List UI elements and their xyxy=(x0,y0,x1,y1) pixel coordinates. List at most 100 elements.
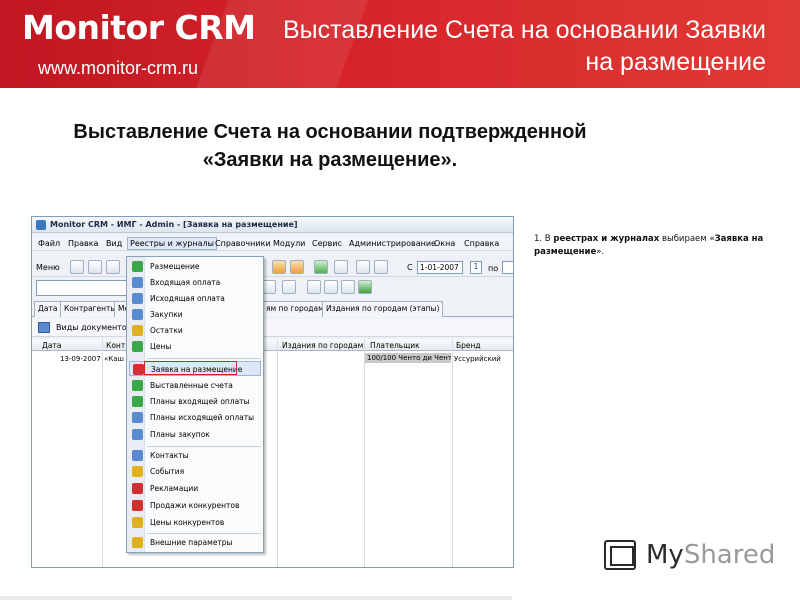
external-params-icon xyxy=(132,537,143,548)
menu-item-prices[interactable]: Цены xyxy=(129,339,261,354)
menu-view[interactable]: Вид xyxy=(106,239,122,248)
menu-windows[interactable]: Окна xyxy=(434,239,455,248)
grid-body xyxy=(32,351,513,567)
col-brand[interactable]: Бренд xyxy=(456,341,481,350)
highlight-box xyxy=(144,361,237,375)
sort-icon[interactable] xyxy=(272,260,286,274)
period-number-field[interactable]: 1 xyxy=(470,261,482,274)
watermark-shared: Shared xyxy=(683,540,776,570)
menu-item-contacts[interactable]: Контакты xyxy=(129,448,261,463)
save-icon[interactable] xyxy=(88,260,102,274)
menu-item-outgoing-payment[interactable]: Исходящая оплата xyxy=(129,291,261,306)
menu-item-stock[interactable]: Остатки xyxy=(129,323,261,338)
doc-types-icon xyxy=(38,322,50,333)
registers-dropdown-menu: Размещение Входящая оплата Исходящая опл… xyxy=(126,256,264,553)
tab-by-cities[interactable]: ям по городам xyxy=(262,301,328,317)
toolbar-menu-label[interactable]: Меню xyxy=(36,263,60,272)
grid-header: Дата Конт Издания по городам Плательщик … xyxy=(32,339,513,351)
slide-title: Выставление Счета на основании подтвержд… xyxy=(20,118,640,174)
incoming-payment-icon xyxy=(132,277,143,288)
menu-item-outgoing-plans[interactable]: Планы исходящей оплаты xyxy=(129,410,261,425)
menu-admin[interactable]: Администрирование xyxy=(349,239,436,248)
users-icon[interactable] xyxy=(334,260,348,274)
menu-item-label: Выставленные счета xyxy=(150,381,233,390)
menu-modules[interactable]: Модули xyxy=(273,239,305,248)
menu-service[interactable]: Сервис xyxy=(312,239,342,248)
tab-by-cities-stages[interactable]: Издания по городам (этапы) xyxy=(322,301,444,317)
clock-icon[interactable] xyxy=(324,280,338,294)
date-to-label: по xyxy=(488,264,499,273)
cell-payer[interactable]: 100/100 Ченто ди Чент xyxy=(365,353,451,363)
menu-item-competitor-prices[interactable]: Цены конкурентов xyxy=(129,515,261,530)
find-icon[interactable] xyxy=(282,280,296,294)
purchases-icon xyxy=(132,309,143,320)
menu-item-competitor-sales[interactable]: Продажи конкурентов xyxy=(129,498,261,513)
cell-date[interactable]: 13-09-2007 xyxy=(60,355,101,363)
note-bold-registers: реестрах и журналах xyxy=(553,234,660,244)
issued-invoices-icon xyxy=(132,380,143,391)
menu-item-placement[interactable]: Размещение xyxy=(129,259,261,274)
new-icon[interactable] xyxy=(70,260,84,274)
placement-icon xyxy=(132,261,143,272)
tab-contractors[interactable]: Контрагенты xyxy=(60,301,121,317)
doc-types-row: Виды документов - xyxy=(32,319,513,337)
slide-page: Monitor CRM www.monitor-crm.ru Выставлен… xyxy=(0,0,800,600)
export-icon[interactable] xyxy=(358,280,372,294)
col-date[interactable]: Дата xyxy=(42,341,61,350)
menu-item-label: Остатки xyxy=(150,326,183,335)
menu-separator xyxy=(147,446,261,447)
menu-file[interactable]: Файл xyxy=(38,239,60,248)
menu-edit[interactable]: Правка xyxy=(68,239,98,248)
doc-types-label[interactable]: Виды документов - xyxy=(56,323,137,332)
placement-request-icon xyxy=(133,364,144,375)
col-divider xyxy=(277,339,278,567)
date-from-label: С xyxy=(407,263,413,272)
window-title: Monitor CRM - ИМГ - Admin - [Заявка на р… xyxy=(50,220,298,229)
menu-references[interactable]: Справочники xyxy=(215,239,271,248)
note-middle: выбираем « xyxy=(659,234,715,244)
filter-combo[interactable] xyxy=(36,280,128,296)
menu-item-label: Внешние параметры xyxy=(150,538,233,547)
menu-help[interactable]: Справка xyxy=(464,239,499,248)
filter-icon[interactable] xyxy=(314,260,328,274)
print-icon[interactable] xyxy=(106,260,120,274)
menu-item-external-params[interactable]: Внешние параметры xyxy=(129,535,261,550)
tools-icon[interactable] xyxy=(356,260,370,274)
col-payer[interactable]: Плательщик xyxy=(370,341,420,350)
instruction-note: 1. В реестрах и журналах выбираем «Заявк… xyxy=(534,233,790,259)
menu-item-issued-invoices[interactable]: Выставленные счета xyxy=(129,378,261,393)
settings-icon[interactable] xyxy=(374,260,388,274)
chat-icon[interactable] xyxy=(307,280,321,294)
col-contr[interactable]: Конт xyxy=(106,341,125,350)
cell-contr[interactable]: «Каш xyxy=(104,355,124,363)
refresh-icon[interactable] xyxy=(262,280,276,294)
outgoing-plans-icon xyxy=(132,412,143,423)
col-editions[interactable]: Издания по городам xyxy=(282,341,363,350)
watermark-my: My xyxy=(646,540,684,570)
tab-date[interactable]: Дата xyxy=(34,301,62,317)
menu-item-label: Цены xyxy=(150,342,172,351)
menu-item-purchase-plans[interactable]: Планы закупок xyxy=(129,427,261,442)
menu-item-events[interactable]: События xyxy=(129,464,261,479)
menu-separator xyxy=(147,358,261,359)
header-title-line2: на размещение xyxy=(585,48,766,76)
note-prefix: 1. В xyxy=(534,234,554,244)
menu-item-incoming-payment[interactable]: Входящая оплата xyxy=(129,275,261,290)
menu-item-incoming-plans[interactable]: Планы входящей оплаты xyxy=(129,394,261,409)
menu-item-label: События xyxy=(150,467,185,476)
app-window: Monitor CRM - ИМГ - Admin - [Заявка на р… xyxy=(31,216,514,568)
col-divider xyxy=(102,339,103,567)
menu-registers[interactable]: Реестры и журналы xyxy=(127,237,217,250)
purchase-plans-icon xyxy=(132,429,143,440)
menu-item-claims[interactable]: Рекламации xyxy=(129,481,261,496)
sort-desc-icon[interactable] xyxy=(290,260,304,274)
date-from-field[interactable]: 1-01-2007 xyxy=(417,261,463,274)
note-suffix: ». xyxy=(596,247,605,257)
header-title: Выставление Счета на основании Заявки на… xyxy=(206,14,766,78)
calc-icon[interactable] xyxy=(341,280,355,294)
competitor-prices-icon xyxy=(132,517,143,528)
outgoing-payment-icon xyxy=(132,293,143,304)
menu-item-purchases[interactable]: Закупки xyxy=(129,307,261,322)
cell-brand[interactable]: Уссурийский xyxy=(454,355,501,363)
date-to-field[interactable] xyxy=(502,261,513,274)
